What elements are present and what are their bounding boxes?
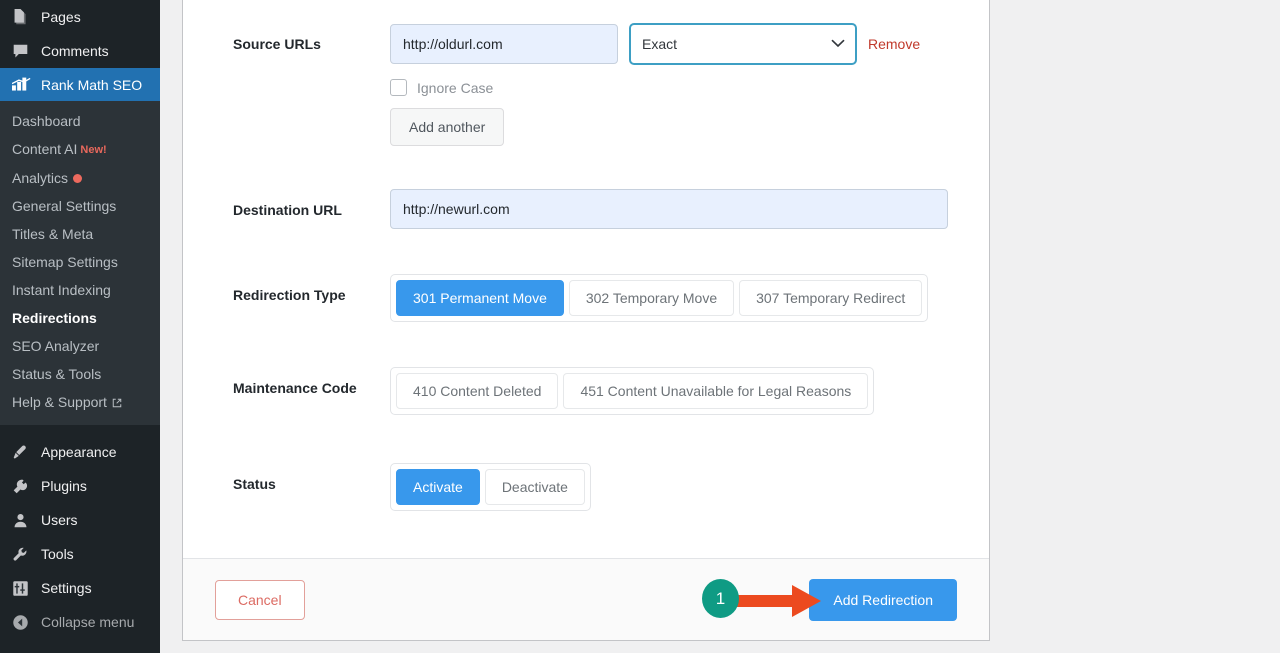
sidebar-item-label: Rank Math SEO bbox=[41, 76, 143, 93]
sidebar-item-rank-math-seo[interactable]: Rank Math SEO bbox=[0, 68, 160, 101]
sidebar-item-label: Help & Support bbox=[12, 394, 107, 410]
sidebar-item-help-support[interactable]: Help & Support bbox=[0, 388, 160, 417]
footer-actions: Add Redirection bbox=[809, 578, 957, 621]
sidebar-bottom-menu: Appearance Plugins Users Tools Settings … bbox=[0, 425, 160, 639]
destination-url-control bbox=[390, 189, 971, 229]
status-control: Activate Deactivate bbox=[390, 463, 971, 511]
users-icon bbox=[12, 512, 32, 529]
sidebar-item-content-ai[interactable]: Content AI New! bbox=[0, 135, 160, 164]
settings-icon bbox=[12, 580, 32, 597]
pages-icon bbox=[12, 8, 32, 26]
rank-math-icon bbox=[12, 77, 32, 92]
sidebar-item-label: Comments bbox=[41, 43, 109, 59]
status-group: Activate Deactivate bbox=[390, 463, 591, 511]
sidebar-item-label: Content AI bbox=[12, 141, 78, 157]
redirection-type-302-button[interactable]: 302 Temporary Move bbox=[568, 280, 735, 316]
field-row-maintenance-code: Maintenance Code 410 Content Deleted 451… bbox=[201, 322, 971, 415]
destination-url-label: Destination URL bbox=[233, 202, 342, 218]
comments-icon bbox=[12, 43, 32, 60]
sidebar-item-label: Status & Tools bbox=[12, 366, 102, 382]
sidebar-item-label: SEO Analyzer bbox=[12, 338, 100, 354]
sidebar-item-plugins[interactable]: Plugins bbox=[0, 469, 160, 503]
sidebar-item-appearance[interactable]: Appearance bbox=[0, 435, 160, 469]
sidebar-item-label: Dashboard bbox=[12, 113, 81, 129]
plugins-icon bbox=[12, 478, 32, 495]
sidebar-item-titles-meta[interactable]: Titles & Meta bbox=[0, 220, 160, 248]
source-url-input[interactable] bbox=[390, 24, 618, 64]
sidebar-item-pages[interactable]: Pages bbox=[0, 0, 160, 34]
maintenance-code-group: 410 Content Deleted 451 Content Unavaila… bbox=[390, 367, 875, 415]
redirection-type-group: 301 Permanent Move 302 Temporary Move 30… bbox=[390, 274, 929, 322]
collapse-menu-icon bbox=[12, 614, 32, 631]
sidebar-item-analytics[interactable]: Analytics bbox=[0, 164, 160, 192]
sidebar-item-label: Redirections bbox=[12, 310, 97, 326]
sidebar-item-status-tools[interactable]: Status & Tools bbox=[0, 360, 160, 388]
sidebar-item-label: Analytics bbox=[12, 170, 69, 186]
form-footer: Cancel Add Redirection bbox=[183, 558, 989, 640]
sidebar-item-instant-indexing[interactable]: Instant Indexing bbox=[0, 276, 160, 304]
sidebar-item-users[interactable]: Users bbox=[0, 503, 160, 537]
external-link-icon bbox=[112, 395, 122, 411]
sidebar-item-label: Titles & Meta bbox=[12, 226, 94, 242]
sidebar-item-label: Sitemap Settings bbox=[12, 254, 118, 270]
appearance-icon bbox=[12, 444, 32, 461]
sidebar-item-comments[interactable]: Comments bbox=[0, 34, 160, 68]
field-row-destination-url: Destination URL bbox=[201, 146, 971, 229]
sidebar-item-redirections[interactable]: Redirections bbox=[0, 304, 160, 332]
sidebar-item-dashboard[interactable]: Dashboard bbox=[0, 107, 160, 135]
sidebar-item-label: Users bbox=[41, 512, 78, 528]
status-activate-button[interactable]: Activate bbox=[396, 469, 480, 505]
sidebar-item-label: Settings bbox=[41, 580, 92, 596]
sidebar-item-label: General Settings bbox=[12, 198, 117, 214]
sidebar-item-tools[interactable]: Tools bbox=[0, 537, 160, 571]
new-badge: New! bbox=[80, 144, 107, 156]
status-label: Status bbox=[233, 476, 276, 492]
source-urls-label: Source URLs bbox=[233, 36, 321, 52]
maintenance-code-410-button[interactable]: 410 Content Deleted bbox=[396, 373, 559, 409]
add-another-button[interactable]: Add another bbox=[390, 108, 505, 146]
sidebar-item-label: Plugins bbox=[41, 478, 87, 494]
add-redirection-button[interactable]: Add Redirection bbox=[809, 578, 957, 621]
field-row-source-urls: Source URLs Exact bbox=[201, 0, 971, 146]
app-screen: Pages Comments Rank Math SEO Dashboard C… bbox=[0, 0, 1280, 653]
field-row-redirection-type: Redirection Type 301 Permanent Move 302 … bbox=[201, 229, 971, 322]
sidebar-item-settings[interactable]: Settings bbox=[0, 571, 160, 605]
sidebar-item-sitemap-settings[interactable]: Sitemap Settings bbox=[0, 248, 160, 276]
ignore-case-checkbox[interactable] bbox=[390, 79, 407, 96]
redirection-type-307-button[interactable]: 307 Temporary Redirect bbox=[739, 280, 923, 316]
sidebar-item-seo-analyzer[interactable]: SEO Analyzer bbox=[0, 332, 160, 360]
cancel-button[interactable]: Cancel bbox=[215, 579, 305, 620]
maintenance-code-label: Maintenance Code bbox=[233, 380, 357, 396]
tools-icon bbox=[12, 546, 32, 563]
sidebar-item-label: Appearance bbox=[41, 444, 117, 460]
sidebar-item-label: Instant Indexing bbox=[12, 282, 111, 298]
redirection-type-label: Redirection Type bbox=[233, 287, 346, 303]
rank-math-submenu: Dashboard Content AI New! Analytics Gener… bbox=[0, 101, 160, 425]
sidebar-item-label: Collapse menu bbox=[41, 614, 135, 630]
ignore-case-label: Ignore Case bbox=[417, 79, 494, 96]
sidebar-item-label: Tools bbox=[41, 546, 74, 562]
redirection-form-panel: Source URLs Exact bbox=[182, 0, 990, 641]
field-row-status: Status Activate Deactivate bbox=[201, 415, 971, 511]
match-type-select[interactable]: Exact bbox=[629, 23, 857, 65]
source-urls-control: Exact Remove Ignore Case bbox=[390, 23, 971, 146]
maintenance-code-451-button[interactable]: 451 Content Unavailable for Legal Reason… bbox=[563, 373, 869, 409]
notification-dot-icon bbox=[73, 174, 83, 183]
match-type-select-wrapper: Exact bbox=[629, 23, 857, 65]
redirection-type-301-button[interactable]: 301 Permanent Move bbox=[396, 280, 564, 316]
maintenance-code-control: 410 Content Deleted 451 Content Unavaila… bbox=[390, 367, 971, 415]
ignore-case-row[interactable]: Ignore Case bbox=[390, 79, 971, 96]
redirection-type-control: 301 Permanent Move 302 Temporary Move 30… bbox=[390, 274, 971, 322]
sidebar-item-general-settings[interactable]: General Settings bbox=[0, 192, 160, 220]
destination-url-input[interactable] bbox=[390, 189, 948, 229]
sidebar-item-label: Pages bbox=[41, 9, 81, 25]
form-body: Source URLs Exact bbox=[183, 0, 989, 511]
status-deactivate-button[interactable]: Deactivate bbox=[484, 469, 585, 505]
sidebar-item-collapse-menu[interactable]: Collapse menu bbox=[0, 605, 160, 639]
remove-source-url-link[interactable]: Remove bbox=[868, 36, 920, 52]
admin-sidebar: Pages Comments Rank Math SEO Dashboard C… bbox=[0, 0, 160, 653]
